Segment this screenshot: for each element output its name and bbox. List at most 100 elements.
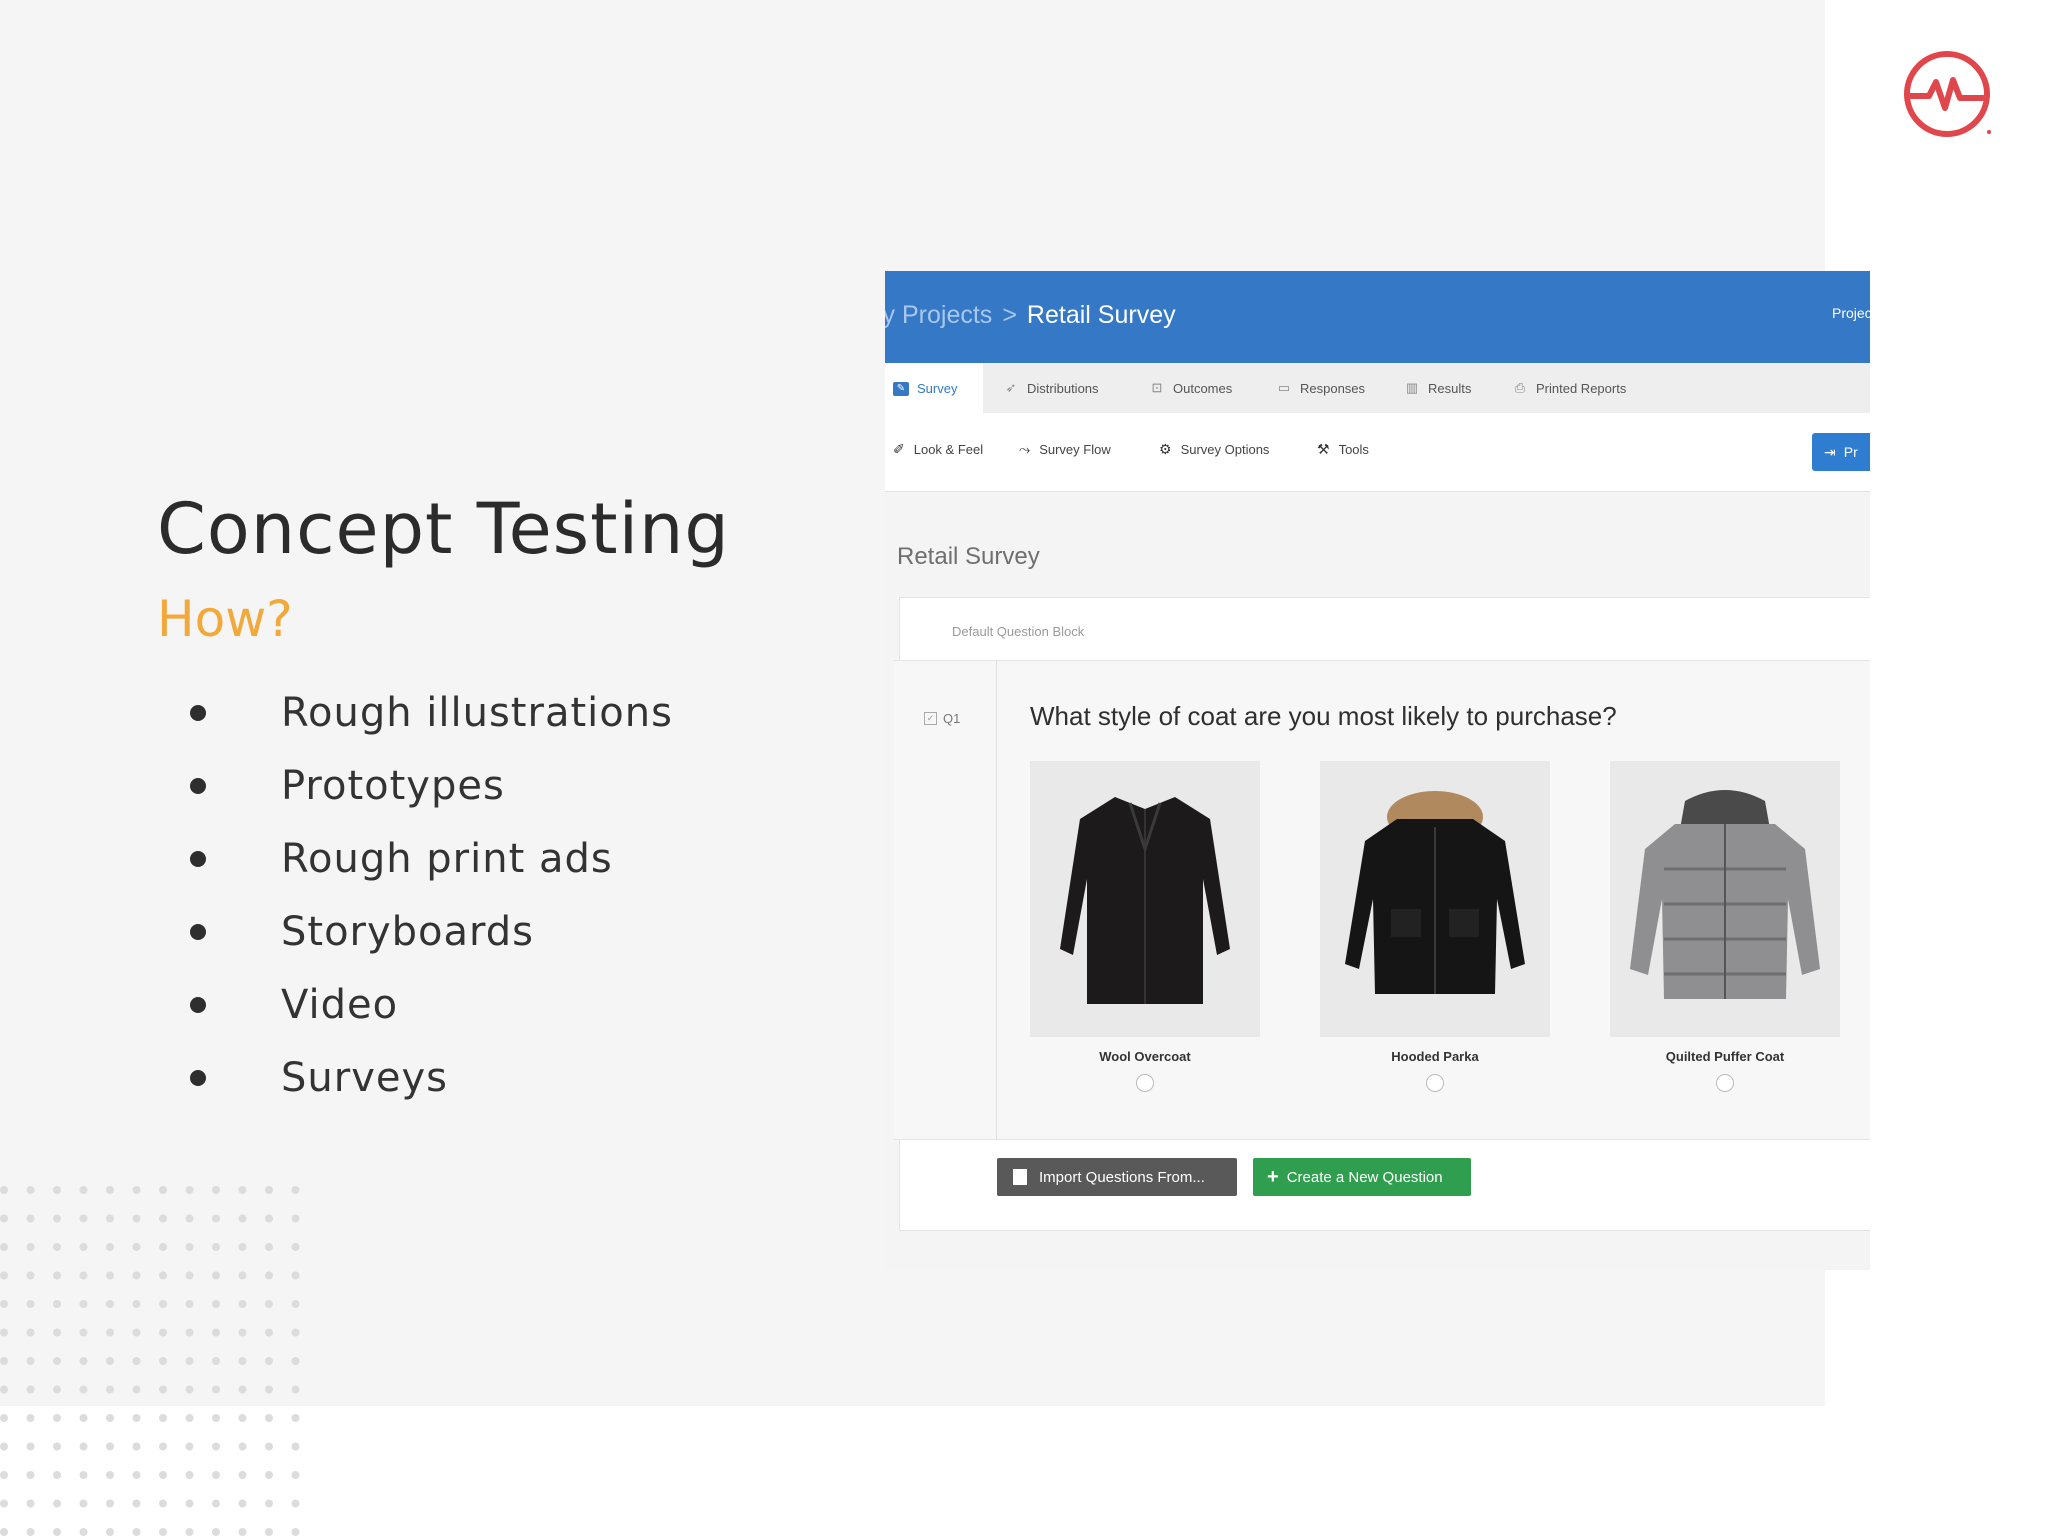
import-questions-button[interactable]: Import Questions From... — [997, 1158, 1237, 1196]
tab-responses[interactable]: ▭ Responses — [1276, 363, 1365, 413]
decor-dot — [26, 1499, 35, 1508]
decor-dot — [159, 1357, 167, 1365]
tab-distributions[interactable]: ➶ Distributions — [1003, 363, 1099, 413]
tab-outcomes[interactable]: ⊡ Outcomes — [1149, 363, 1233, 413]
survey-options-button[interactable]: ⚙ Survey Options — [1159, 441, 1269, 458]
choice-wool-overcoat[interactable]: Wool Overcoat — [1030, 761, 1260, 1092]
decor-dot — [0, 1414, 8, 1422]
choice-radio[interactable] — [1426, 1074, 1444, 1092]
breadcrumb: ly Projects > Retail Survey — [885, 301, 1176, 330]
paintbrush-icon: ✐ — [893, 441, 905, 457]
decor-dot — [265, 1385, 273, 1394]
survey-flow-button[interactable]: ⤳ Survey Flow — [1019, 441, 1111, 458]
choice-label: Hooded Parka — [1391, 1049, 1479, 1064]
decor-dot — [79, 1186, 88, 1194]
decor-dot — [238, 1499, 247, 1508]
bullet-dot — [190, 996, 206, 1013]
decor-dot — [79, 1528, 88, 1536]
bullet-dot — [190, 704, 206, 721]
decor-dot — [238, 1442, 247, 1451]
decor-dot — [185, 1243, 194, 1251]
decor-dot — [159, 1243, 167, 1251]
decor-dot — [265, 1214, 273, 1223]
choice-quilted-puffer-coat[interactable]: Quilted Puffer Coat — [1610, 761, 1840, 1092]
decor-dot — [159, 1214, 167, 1223]
decor-dot — [185, 1328, 194, 1337]
import-label: Import Questions From... — [1039, 1168, 1205, 1186]
decor-dot — [0, 1357, 8, 1365]
dot-grid-decoration — [0, 1186, 300, 1536]
decor-dot — [0, 1328, 8, 1337]
decor-dot — [0, 1300, 8, 1308]
choice-radio[interactable] — [1716, 1074, 1734, 1092]
decor-dot — [185, 1214, 194, 1223]
decor-dot — [26, 1471, 35, 1479]
tab-results[interactable]: ▥ Results — [1404, 363, 1472, 413]
decor-dot — [26, 1442, 35, 1451]
decor-dot — [159, 1328, 167, 1337]
decor-dot — [106, 1385, 114, 1394]
preview-button[interactable]: ⇥ Pr — [1812, 433, 1870, 471]
decor-dot — [212, 1243, 220, 1251]
tools-button[interactable]: ⚒ Tools — [1317, 441, 1369, 458]
decor-dot — [238, 1214, 247, 1223]
decor-dot — [185, 1186, 194, 1194]
decor-dot — [238, 1528, 247, 1536]
tab-label: Results — [1428, 380, 1472, 396]
question-q1[interactable]: ✓ Q1 What style of coat are you most like… — [894, 660, 1870, 1140]
decor-dot — [0, 1186, 8, 1194]
decor-dot — [53, 1357, 61, 1365]
checkbox-icon[interactable]: ✓ — [924, 712, 937, 725]
decor-dot — [132, 1528, 141, 1536]
decor-dot — [26, 1385, 35, 1394]
block-label[interactable]: Default Question Block — [952, 624, 1084, 639]
decor-dot — [159, 1385, 167, 1394]
look-and-feel-button[interactable]: ✐ Look & Feel — [893, 441, 983, 458]
block-header: Default Question Block — [900, 598, 1870, 661]
printer-icon: ⎙ — [1514, 380, 1526, 395]
decor-dot — [132, 1357, 141, 1365]
decor-dot — [79, 1357, 88, 1365]
projects-menu-link[interactable]: Projec — [1832, 305, 1870, 321]
decor-dot — [212, 1471, 220, 1479]
survey-app-screenshot: ly Projects > Retail Survey Projec ✎ Survey… — [885, 271, 1870, 1270]
preview-icon: ⇥ — [1824, 443, 1836, 460]
decor-dot — [291, 1357, 300, 1365]
decor-dot — [132, 1385, 141, 1394]
decor-dot — [106, 1357, 114, 1365]
bullet-item: Video — [190, 968, 673, 1041]
create-question-button[interactable]: + Create a New Question — [1253, 1158, 1471, 1196]
decor-dot — [159, 1414, 167, 1422]
survey-title: Retail Survey — [897, 543, 1040, 570]
bullet-text: Prototypes — [281, 762, 505, 809]
decor-dot — [159, 1186, 167, 1194]
choice-hooded-parka[interactable]: Hooded Parka — [1320, 761, 1550, 1092]
decor-dot — [291, 1442, 300, 1451]
bullet-item: Rough illustrations — [190, 676, 673, 749]
decor-dot — [265, 1471, 273, 1479]
decor-dot — [291, 1499, 300, 1508]
tab-label: Printed Reports — [1536, 380, 1627, 396]
decor-dot — [159, 1471, 167, 1479]
decor-dot — [185, 1300, 194, 1308]
decor-dot — [53, 1243, 61, 1251]
decor-dot — [53, 1214, 61, 1223]
decor-dot — [53, 1186, 61, 1194]
decor-dot — [238, 1271, 247, 1280]
decor-dot — [26, 1271, 35, 1280]
decor-dot — [265, 1499, 273, 1508]
tab-printed-reports[interactable]: ⎙ Printed Reports — [1512, 363, 1627, 413]
decor-dot — [185, 1528, 194, 1536]
choice-radio[interactable] — [1136, 1074, 1154, 1092]
tab-bar: ✎ Survey ➶ Distributions ⊡ Outcomes ▭ Respon… — [885, 363, 1870, 414]
decor-dot — [291, 1243, 300, 1251]
decor-dot — [212, 1499, 220, 1508]
tab-survey[interactable]: ✎ Survey — [885, 363, 984, 414]
breadcrumb-projects-link[interactable]: ly Projects — [885, 301, 992, 329]
pulse-circle-icon — [1904, 51, 1991, 137]
decor-dot — [0, 1385, 8, 1394]
decor-dot — [0, 1499, 8, 1508]
breadcrumb-separator: > — [1002, 301, 1017, 329]
decor-dot — [212, 1328, 220, 1337]
decor-dot — [265, 1528, 273, 1536]
